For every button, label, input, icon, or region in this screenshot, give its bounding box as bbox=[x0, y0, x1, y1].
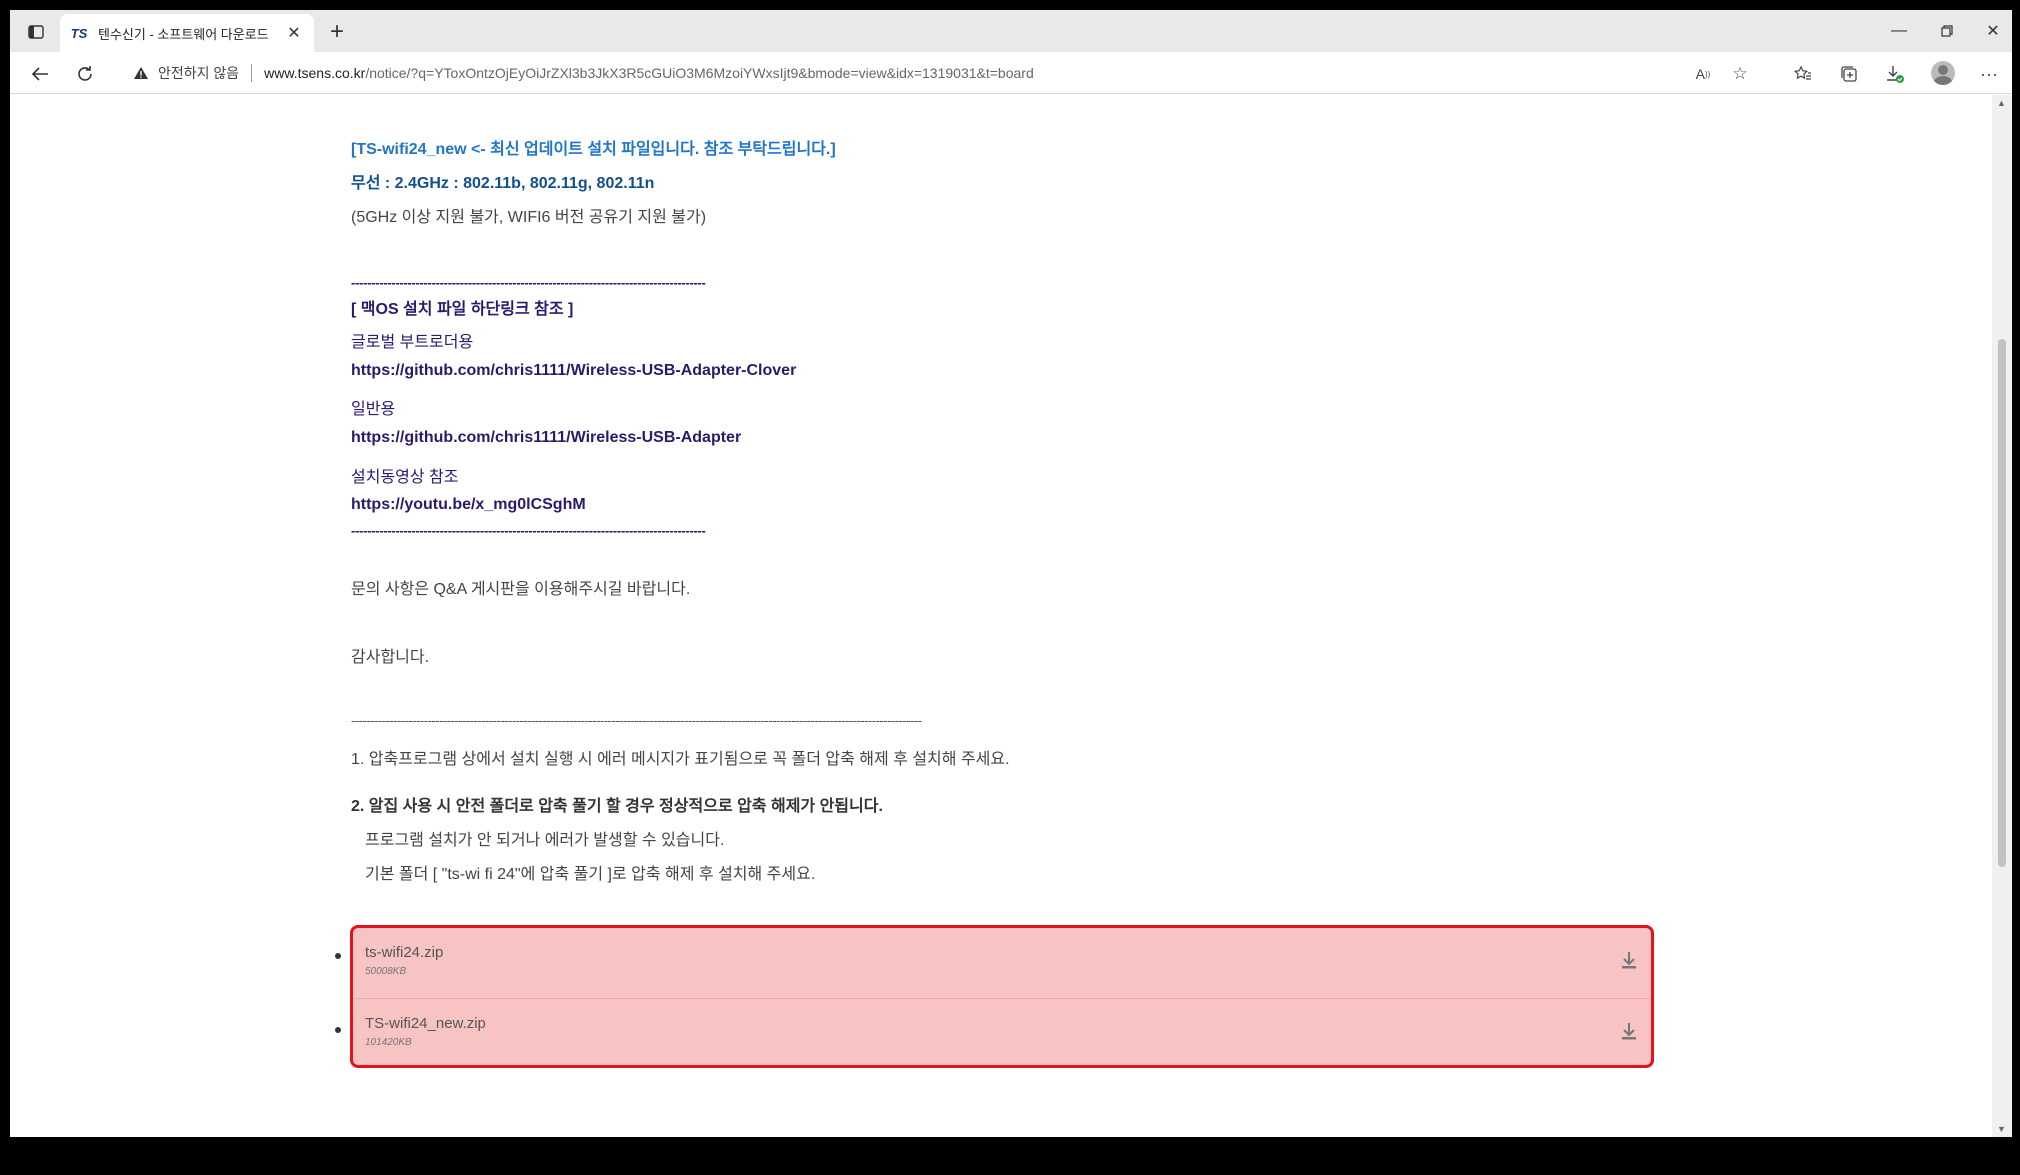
download-icon[interactable] bbox=[1619, 948, 1639, 972]
global-bootloader-label: 글로벌 부트로더용 bbox=[351, 334, 474, 351]
note-2a: 프로그램 설치가 안 되거나 에러가 발생할 수 있습니다. bbox=[365, 832, 725, 849]
inquiry-text: 문의 사항은 Q&A 게시판을 이용해주시길 바랍니다. bbox=[351, 581, 691, 598]
scroll-up-icon[interactable]: ▲ bbox=[1997, 98, 2006, 108]
favorites-icon[interactable] bbox=[1790, 61, 1816, 87]
address-bar[interactable]: 안전하지 않음 www.tsens.co.kr/notice/?q=YToxOn… bbox=[118, 57, 1768, 89]
reload-icon[interactable] bbox=[70, 59, 100, 89]
read-aloud-icon[interactable]: A)) bbox=[1690, 61, 1716, 87]
link-general[interactable]: https://github.com/chris1111/Wireless-US… bbox=[351, 429, 741, 447]
general-label: 일반용 bbox=[351, 401, 396, 418]
divider bbox=[251, 64, 253, 82]
browser-window: TS 텐수신기 - 소프트웨어 다운로드 ✕ + — ✕ 안전하지 않음 www… bbox=[10, 10, 2012, 1137]
divider-dashes: ----------------------------------------… bbox=[351, 523, 706, 538]
attachment-list: ts-wifi24.zip 50008KB TS-wifi24_new.zip … bbox=[350, 925, 1654, 1068]
note-1: 1. 압축프로그램 상에서 설치 실행 시 에러 메시지가 표기됨으로 꼭 폴더… bbox=[351, 751, 1010, 768]
attachment-name[interactable]: ts-wifi24.zip bbox=[365, 944, 443, 961]
divider-dashes-long: ----------------------------------------… bbox=[351, 713, 922, 728]
sidebar-icon[interactable] bbox=[18, 18, 54, 46]
macos-header: [ 맥OS 설치 파일 하단링크 참조 ] bbox=[351, 301, 574, 318]
thanks-text: 감사합니다. bbox=[351, 649, 430, 666]
attachment-size: 50008KB bbox=[365, 966, 407, 977]
list-bullet bbox=[335, 953, 341, 959]
vertical-scrollbar[interactable]: ▲ ▼ bbox=[1992, 95, 2012, 1137]
site-favicon-icon: TS bbox=[70, 25, 88, 41]
scroll-thumb[interactable] bbox=[1998, 339, 2006, 867]
warning-icon[interactable] bbox=[132, 64, 150, 82]
divider-dashes: ----------------------------------------… bbox=[351, 275, 706, 290]
link-video[interactable]: https://youtu.be/x_mg0lCSghM bbox=[351, 496, 586, 514]
active-tab[interactable]: TS 텐수신기 - 소프트웨어 다운로드 ✕ bbox=[60, 14, 314, 52]
link-clover[interactable]: https://github.com/chris1111/Wireless-US… bbox=[351, 362, 796, 380]
url-text[interactable]: www.tsens.co.kr/notice/?q=YToxOntzOjEyOi… bbox=[264, 65, 1034, 81]
collections-icon[interactable] bbox=[1836, 61, 1862, 87]
close-icon[interactable]: ✕ bbox=[284, 23, 304, 43]
compat-note: (5GHz 이상 지원 불가, WIFI6 버전 공유기 지원 불가) bbox=[351, 209, 707, 226]
more-icon[interactable]: ··· bbox=[1976, 61, 2002, 87]
star-plus-icon[interactable]: ☆ bbox=[1727, 61, 1753, 87]
download-icon[interactable] bbox=[1619, 1019, 1639, 1043]
avatar-icon[interactable] bbox=[1931, 61, 1955, 85]
restore-icon[interactable] bbox=[1924, 16, 1970, 46]
note-2: 2. 알집 사용 시 안전 폴더로 압축 풀기 할 경우 정상적으로 압축 해제… bbox=[351, 798, 883, 815]
update-notice: [TS-wifi24_new <- 최신 업데이트 설치 파일입니다. 참조 부… bbox=[351, 141, 836, 158]
tab-strip: TS 텐수신기 - 소프트웨어 다운로드 ✕ + — ✕ bbox=[10, 10, 2012, 52]
window-close-icon[interactable]: ✕ bbox=[1970, 16, 2016, 46]
tab-title: 텐수신기 - 소프트웨어 다운로드 bbox=[98, 26, 269, 42]
wireless-spec: 무선 : 2.4GHz : 802.11b, 802.11g, 802.11n bbox=[351, 175, 655, 192]
page-viewport: [TS-wifi24_new <- 최신 업데이트 설치 파일입니다. 참조 부… bbox=[10, 95, 1992, 1137]
security-label[interactable]: 안전하지 않음 bbox=[158, 63, 239, 83]
minimize-icon[interactable]: — bbox=[1876, 16, 1922, 46]
note-2b: 기본 폴더 [ "ts-wi fi 24"에 압축 풀기 ]로 압축 해제 후 … bbox=[365, 866, 816, 883]
list-bullet bbox=[335, 1027, 341, 1033]
plus-icon[interactable]: + bbox=[324, 20, 350, 46]
download-icon[interactable] bbox=[1882, 61, 1908, 87]
url-path: /notice/?q=YToxOntzOjEyOiJrZXl3b3JkX3R5c… bbox=[365, 65, 1034, 81]
scroll-down-icon[interactable]: ▼ bbox=[1997, 1124, 2006, 1134]
address-toolbar: 안전하지 않음 www.tsens.co.kr/notice/?q=YToxOn… bbox=[10, 52, 2012, 94]
attachment-item[interactable]: TS-wifi24_new.zip 101420KB bbox=[353, 998, 1651, 1064]
url-host: www.tsens.co.kr bbox=[264, 65, 366, 81]
back-arrow-icon[interactable] bbox=[25, 59, 55, 89]
attachment-item[interactable]: ts-wifi24.zip 50008KB bbox=[353, 928, 1651, 994]
attachment-size: 101420KB bbox=[365, 1037, 412, 1048]
attachment-name[interactable]: TS-wifi24_new.zip bbox=[365, 1015, 486, 1032]
video-label: 설치동영상 참조 bbox=[351, 469, 459, 486]
